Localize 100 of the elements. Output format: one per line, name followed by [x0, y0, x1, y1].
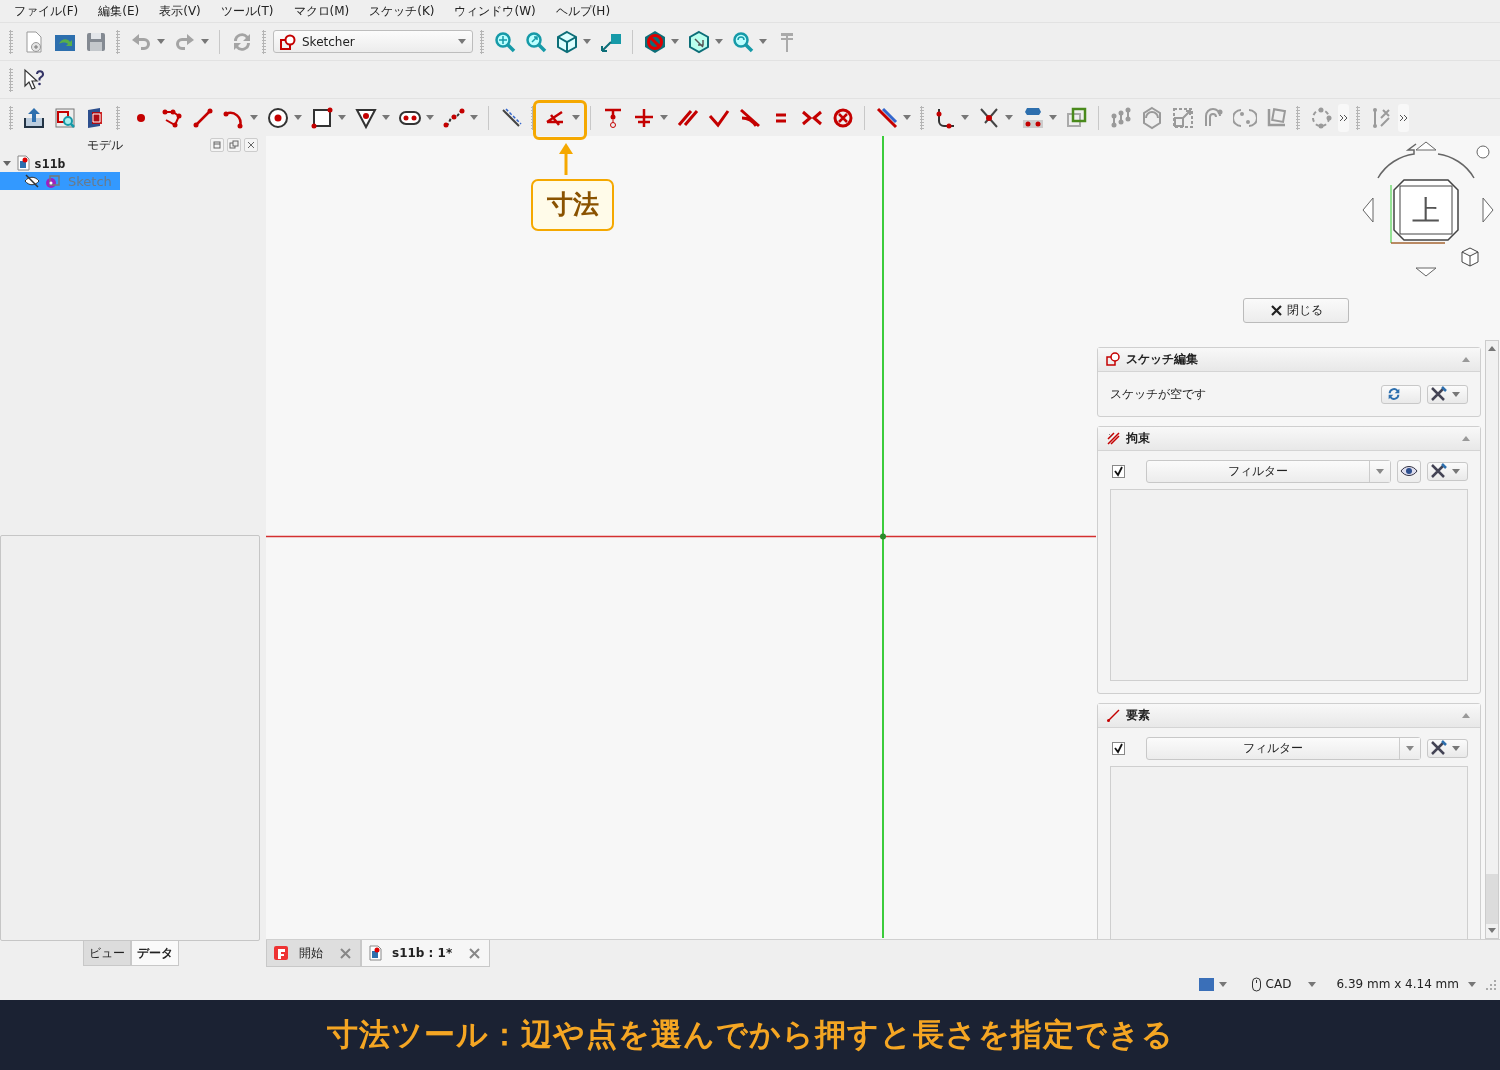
- prohibited-sign-icon[interactable]: [642, 29, 667, 54]
- toolbar-handle[interactable]: [9, 67, 13, 92]
- close-icon[interactable]: [468, 946, 482, 960]
- menu-item[interactable]: スケッチ(K): [359, 1, 445, 21]
- dropdown-caret-icon[interactable]: [338, 115, 346, 120]
- menu-item[interactable]: ウィンドウ(W): [444, 1, 546, 21]
- tree-item[interactable]: s11b: [0, 154, 74, 172]
- settings-dropdown-button[interactable]: [1427, 738, 1468, 758]
- external-geometry-icon[interactable]: [1020, 105, 1045, 130]
- float-icon[interactable]: [228, 139, 240, 151]
- toolbar-handle[interactable]: [9, 29, 13, 54]
- toolbar-handle[interactable]: [116, 105, 120, 130]
- dropdown-caret-icon[interactable]: [1005, 115, 1013, 120]
- dropdown-caret-icon[interactable]: [470, 115, 478, 120]
- vertical-scrollbar[interactable]: [1485, 340, 1499, 939]
- close-icon[interactable]: [245, 139, 257, 151]
- scroll-up-arrow-icon[interactable]: [1488, 345, 1496, 351]
- workbench-dropdown[interactable]: Sketcher: [273, 30, 473, 53]
- dropdown-caret-icon[interactable]: [1218, 981, 1227, 987]
- expand-arrow-icon[interactable]: [2, 158, 12, 168]
- toolbar-handle[interactable]: [116, 29, 120, 54]
- dropdown-caret-icon[interactable]: [660, 115, 668, 120]
- whats-this-icon[interactable]: [21, 67, 46, 92]
- section-header[interactable]: 拘束: [1098, 427, 1480, 451]
- settings-dropdown-button[interactable]: [1427, 461, 1468, 481]
- dropdown-caret-icon[interactable]: [250, 115, 258, 120]
- document-tab[interactable]: s11b : 1*: [361, 940, 491, 967]
- dropdown-caret-icon[interactable]: [426, 115, 434, 120]
- dropdown-caret-icon[interactable]: [583, 39, 591, 44]
- dropdown-caret-icon[interactable]: [759, 39, 767, 44]
- origin-point: [880, 533, 886, 540]
- document-tab[interactable]: 開始: [266, 940, 361, 967]
- callout-arrow: [559, 141, 573, 176]
- checkbox[interactable]: [1112, 741, 1125, 755]
- menu-item[interactable]: ツール(T): [210, 1, 284, 21]
- zoom-fit-icon[interactable]: [492, 29, 517, 54]
- export-arrow-icon[interactable]: [21, 105, 46, 130]
- toolbar-handle[interactable]: [920, 105, 924, 130]
- menu-item[interactable]: マクロ(M): [283, 1, 360, 21]
- dropdown-caret-icon[interactable]: [1468, 981, 1476, 987]
- panel-title: モデル: [87, 136, 124, 154]
- callout-label: 寸法: [531, 178, 614, 231]
- panel-tab[interactable]: ビュー: [83, 941, 131, 966]
- tools-icon: [1430, 740, 1448, 756]
- dropdown-caret-icon[interactable]: [1308, 981, 1317, 987]
- dropdown-caret-icon[interactable]: [157, 39, 165, 44]
- dropdown-caret-icon[interactable]: [201, 39, 209, 44]
- navigation-style-button[interactable]: CAD: [1250, 976, 1292, 992]
- toolbar-handle[interactable]: [531, 105, 535, 130]
- undock-icon[interactable]: [211, 139, 223, 151]
- toolbar-handle[interactable]: [1356, 105, 1360, 130]
- sketch-edit-icon: [1106, 352, 1121, 367]
- dropdown-caret-icon[interactable]: [715, 39, 723, 44]
- filter-dropdown[interactable]: フィルター: [1146, 736, 1421, 760]
- dropdown-caret-icon[interactable]: [671, 39, 679, 44]
- scale-icon[interactable]: [1170, 105, 1195, 130]
- tools-icon: [1430, 386, 1448, 402]
- checkbox[interactable]: [1112, 464, 1125, 478]
- scrollbar-thumb[interactable]: [1486, 874, 1498, 924]
- menu-item[interactable]: ファイル(F): [4, 1, 89, 21]
- refresh-button[interactable]: [1381, 384, 1421, 404]
- toolbar-handle[interactable]: [1296, 105, 1300, 130]
- circle-icon[interactable]: [265, 105, 290, 130]
- sync-arrows-icon: [1386, 386, 1402, 402]
- menu-item[interactable]: 表示(V): [149, 1, 211, 21]
- line-element-icon: [1106, 708, 1121, 723]
- menu-item[interactable]: ヘルプ(H): [545, 1, 621, 21]
- toolbar-handle[interactable]: [262, 29, 266, 54]
- filter-dropdown[interactable]: フィルター: [1146, 459, 1391, 483]
- dropdown-caret-icon[interactable]: [572, 115, 580, 120]
- close-icon[interactable]: [339, 946, 352, 960]
- section-header[interactable]: 要素: [1098, 704, 1480, 728]
- toolbar-handle[interactable]: [9, 105, 13, 130]
- toolbar-handle[interactable]: [480, 29, 484, 54]
- carbon-copy-icon[interactable]: [1064, 105, 1089, 130]
- dropdown-caret-icon[interactable]: [382, 115, 390, 120]
- dropdown-caret-icon[interactable]: [294, 115, 302, 120]
- close-button[interactable]: 閉じる: [1243, 298, 1349, 323]
- dropdown-caret-icon[interactable]: [1049, 115, 1057, 120]
- eye-icon: [1400, 465, 1418, 477]
- navigation-cube-drawing[interactable]: [1362, 141, 1494, 277]
- menu-item[interactable]: 編集(E): [88, 1, 150, 21]
- section-header[interactable]: スケッチ編集: [1098, 348, 1480, 372]
- dropdown-caret-icon[interactable]: [961, 115, 969, 120]
- hidden-eye-icon[interactable]: [24, 173, 40, 189]
- draw-style-swatch-icon[interactable]: [1198, 977, 1214, 991]
- settings-dropdown-button[interactable]: [1427, 384, 1468, 404]
- visibility-button[interactable]: [1397, 459, 1421, 483]
- zoom-icon[interactable]: [730, 29, 755, 54]
- wireframe-cube-icon[interactable]: [686, 29, 711, 54]
- dropdown-caret-icon[interactable]: [903, 115, 911, 120]
- resize-grip-icon[interactable]: [1484, 978, 1496, 990]
- scroll-down-arrow-icon[interactable]: [1488, 928, 1496, 934]
- view-sketch-icon[interactable]: [52, 105, 77, 130]
- document-icon[interactable]: [16, 155, 30, 171]
- isometric-cube-icon[interactable]: [554, 29, 579, 54]
- cube-face-label: 上: [1412, 194, 1440, 227]
- toggle-construction-icon[interactable]: [874, 105, 899, 130]
- panel-tab[interactable]: データ: [131, 941, 179, 966]
- zoom-selection-icon[interactable]: [523, 29, 548, 54]
